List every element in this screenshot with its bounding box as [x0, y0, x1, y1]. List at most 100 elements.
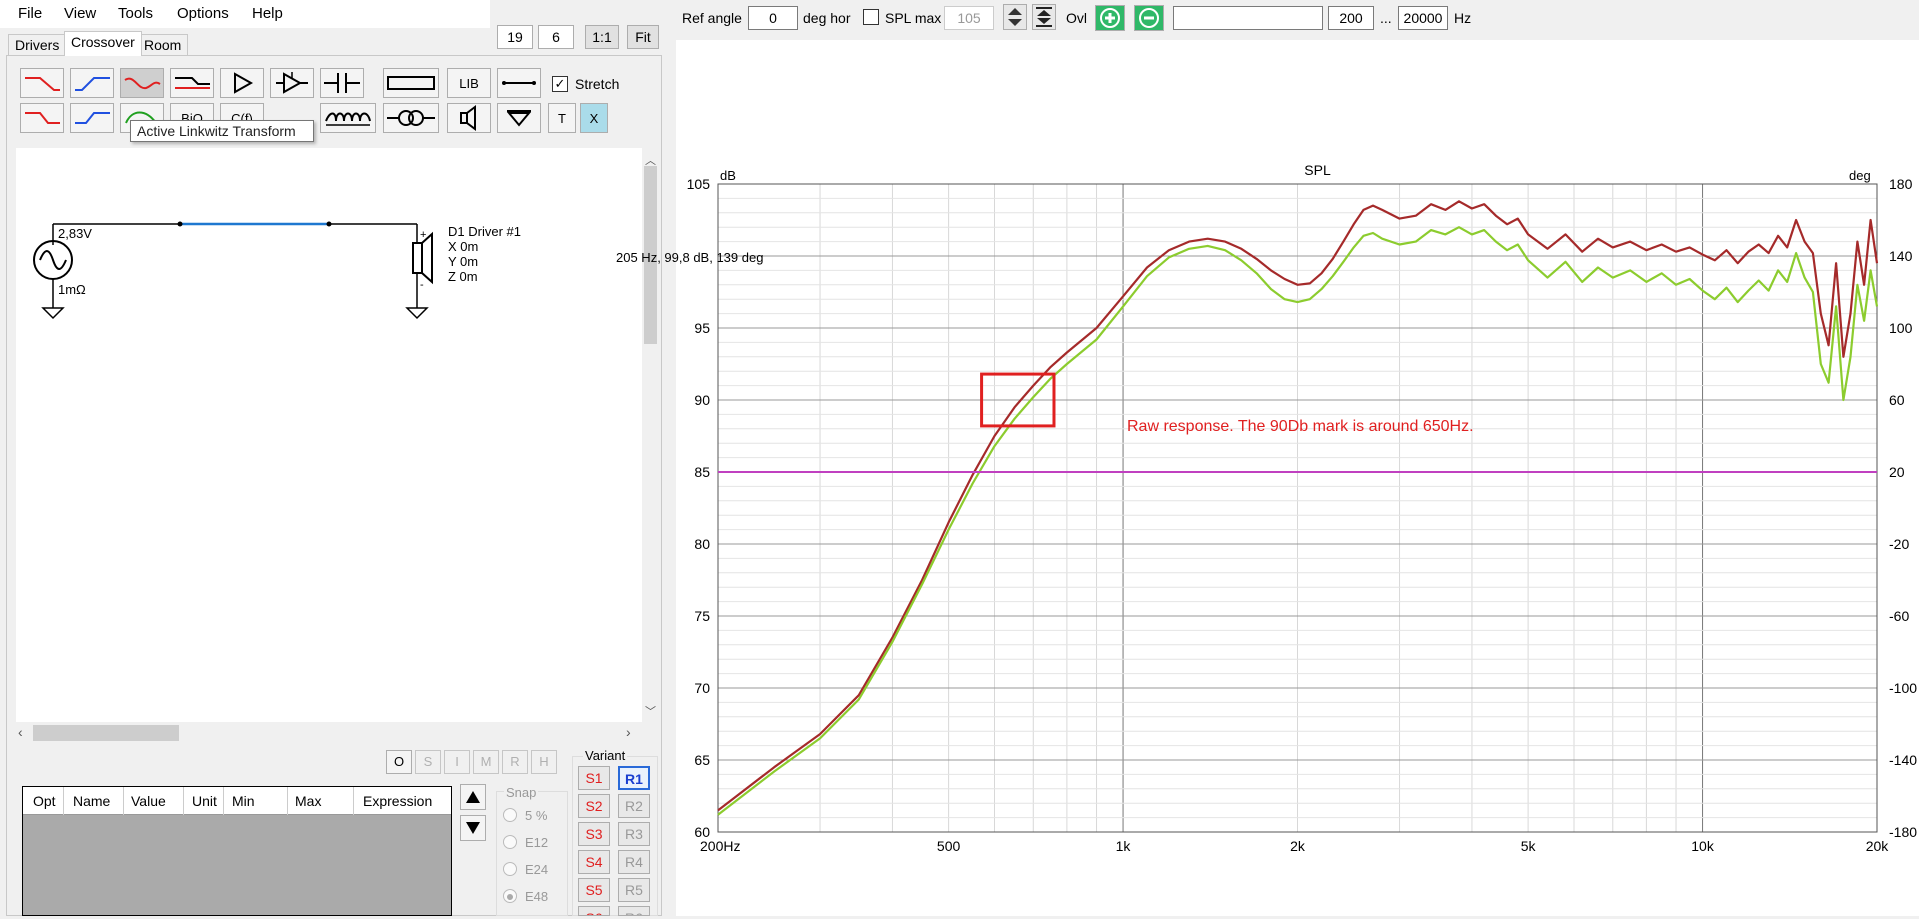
hscroll-thumb[interactable]: [33, 725, 179, 741]
shelf-filter-button[interactable]: [170, 68, 214, 98]
tab-crossover[interactable]: Crossover: [64, 31, 142, 56]
y-tick-label-right: -20: [1889, 536, 1909, 552]
resistor-icon: [387, 76, 435, 90]
spl-fit-button[interactable]: [1032, 4, 1056, 30]
transformer-button[interactable]: [383, 103, 439, 133]
spl-spinner-button[interactable]: [1003, 4, 1027, 30]
freq-range-separator: ...: [1380, 10, 1392, 26]
x-tick-label: 10k: [1691, 838, 1715, 854]
menu-options[interactable]: Options: [177, 5, 229, 22]
buffer-amp-button[interactable]: [220, 68, 264, 98]
variant-s2-button[interactable]: S2: [578, 794, 610, 818]
variant-r6-button[interactable]: R6: [618, 906, 650, 916]
variant-r2-button[interactable]: R2: [618, 794, 650, 818]
snap-e24-radio[interactable]: E24: [503, 862, 548, 877]
lowpass-red2-button[interactable]: [20, 103, 64, 133]
scroll-left-icon[interactable]: ‹: [18, 724, 23, 740]
tooltip: Active Linkwitz Transform: [130, 120, 314, 142]
freq-max-input[interactable]: 20000: [1398, 6, 1448, 30]
spl-max-input[interactable]: 105: [944, 6, 994, 30]
spl-max-checkbox[interactable]: [863, 9, 879, 25]
bandpass-red-button[interactable]: [120, 68, 164, 98]
menu-bar: File View Tools Options Help: [0, 0, 490, 28]
opt-button-h[interactable]: H: [531, 750, 557, 774]
stretch-checkbox[interactable]: ✓: [552, 76, 568, 92]
move-up-button[interactable]: [460, 784, 486, 810]
column-opt[interactable]: Opt: [33, 793, 56, 809]
ground-icon: [506, 110, 532, 127]
highpass-blue-button[interactable]: [70, 68, 114, 98]
opt-button-m[interactable]: M: [473, 750, 499, 774]
lowpass-red-button[interactable]: [20, 68, 64, 98]
grid-size-a[interactable]: 19: [497, 25, 533, 49]
move-down-button[interactable]: [460, 815, 486, 841]
opt-button-o[interactable]: O: [386, 750, 412, 774]
variant-r4-button[interactable]: R4: [618, 850, 650, 874]
opt-button-r[interactable]: R: [502, 750, 528, 774]
variant-s3-button[interactable]: S3: [578, 822, 610, 846]
x-tick-label: 1k: [1116, 838, 1132, 854]
delete-tool-button[interactable]: X: [580, 103, 608, 133]
snap-e12-radio[interactable]: E12: [503, 835, 548, 850]
y-tick-label-right: -100: [1889, 680, 1917, 696]
column-max[interactable]: Max: [295, 793, 321, 809]
ref-angle-input[interactable]: 0: [748, 6, 798, 30]
y-tick-label-left: 80: [694, 536, 710, 552]
column-min[interactable]: Min: [232, 793, 255, 809]
menu-tools[interactable]: Tools: [118, 5, 153, 22]
variant-r1-button[interactable]: R1: [618, 766, 650, 790]
highpass-blue2-button[interactable]: [70, 103, 114, 133]
variant-r3-button[interactable]: R3: [618, 822, 650, 846]
table-header: Opt Name Value Unit Min Max Expression: [23, 787, 451, 815]
parameter-table[interactable]: Opt Name Value Unit Min Max Expression: [22, 786, 452, 916]
opamp-button[interactable]: [270, 68, 314, 98]
menu-file[interactable]: File: [18, 5, 42, 22]
library-button[interactable]: LIB: [447, 68, 491, 98]
overlay-name-input[interactable]: [1173, 6, 1323, 30]
fit-range-icon: [1036, 7, 1052, 27]
remove-overlay-button[interactable]: [1134, 5, 1164, 31]
variant-s1-button[interactable]: S1: [578, 766, 610, 790]
y-tick-label-left: 95: [694, 320, 710, 336]
snap-5pct-radio[interactable]: 5 %: [503, 808, 547, 823]
text-tool-button[interactable]: T: [548, 103, 576, 133]
resistor-button[interactable]: [383, 68, 439, 98]
wire-button[interactable]: [497, 68, 541, 98]
zoom-fit-button[interactable]: Fit: [627, 25, 659, 49]
x-tick-label: 20k: [1866, 838, 1890, 854]
schematic-vscroll[interactable]: ︿ ﹀: [642, 148, 659, 722]
opt-button-s[interactable]: S: [415, 750, 441, 774]
menu-view[interactable]: View: [64, 5, 96, 22]
grid-size-b[interactable]: 6: [538, 25, 574, 49]
freq-min-input[interactable]: 200: [1328, 6, 1374, 30]
inductor-button[interactable]: [320, 103, 376, 133]
tab-drivers[interactable]: Drivers: [8, 34, 67, 56]
column-expression[interactable]: Expression: [363, 793, 432, 809]
variant-s6-button[interactable]: S6: [578, 906, 610, 916]
tab-room[interactable]: Room: [137, 34, 189, 56]
scroll-down-icon[interactable]: ﹀: [645, 703, 656, 719]
column-name[interactable]: Name: [73, 793, 110, 809]
driver-y: Y 0m: [448, 254, 479, 269]
wire-icon: [502, 81, 536, 85]
spl-chart-area[interactable]: 60 65 70 75 80 85 90 95 105 -180 -140 -100 -60 -20 20 6…: [616, 40, 1919, 916]
column-value[interactable]: Value: [131, 793, 166, 809]
y-axis-label-right: deg: [1849, 168, 1871, 183]
opt-button-i[interactable]: I: [444, 750, 470, 774]
ground-button[interactable]: [497, 103, 541, 133]
variant-s4-button[interactable]: S4: [578, 850, 610, 874]
variant-s5-button[interactable]: S5: [578, 878, 610, 902]
schematic-canvas[interactable]: + - 2,83V 1mΩ D1 Driver #1 X 0m Y 0m Z 0…: [16, 148, 642, 722]
column-unit[interactable]: Unit: [192, 793, 217, 809]
spl-chart[interactable]: 6065707580859095105-180-140-100-60-20206…: [616, 40, 1919, 916]
capacitor-button[interactable]: [320, 68, 364, 98]
add-overlay-button[interactable]: [1095, 5, 1125, 31]
variant-r5-button[interactable]: R5: [618, 878, 650, 902]
schematic-hscroll[interactable]: ‹ ›: [16, 722, 642, 744]
zoom-1to1-button[interactable]: 1:1: [585, 25, 619, 49]
x-tick-label: 200Hz: [700, 838, 740, 854]
driver-add-button[interactable]: [447, 103, 491, 133]
snap-label: Snap: [504, 785, 539, 800]
scroll-right-icon[interactable]: ›: [626, 724, 631, 740]
menu-help[interactable]: Help: [252, 5, 283, 22]
